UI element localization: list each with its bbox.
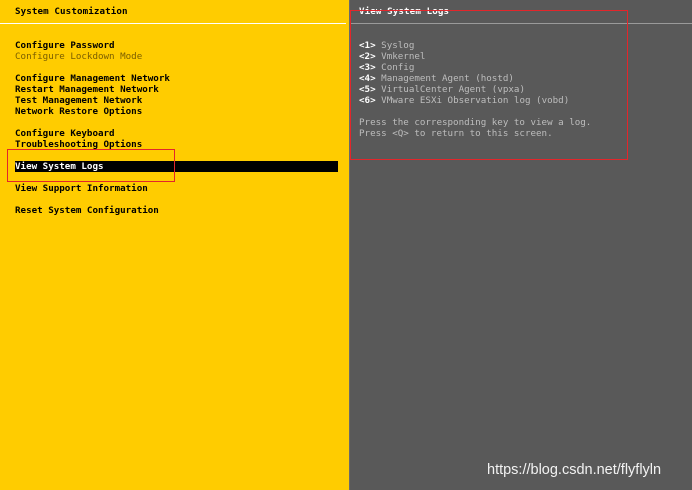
menu-spacer: [15, 62, 345, 73]
menu-item-configure-keyboard[interactable]: Configure Keyboard: [15, 128, 345, 139]
menu-item-test-management-network[interactable]: Test Management Network: [15, 95, 345, 106]
menu-item-configure-management-network[interactable]: Configure Management Network: [15, 73, 345, 84]
menu-item-configure-password[interactable]: Configure Password: [15, 40, 345, 51]
menu-spacer: [15, 117, 345, 128]
customization-menu: Configure Password Configure Lockdown Mod…: [15, 40, 345, 216]
menu-item-reset-system-configuration[interactable]: Reset System Configuration: [15, 205, 345, 216]
menu-spacer: [15, 194, 345, 205]
system-customization-panel: System Customization Configure Password C…: [0, 0, 349, 490]
menu-item-restart-management-network[interactable]: Restart Management Network: [15, 84, 345, 95]
system-customization-title: System Customization: [15, 6, 128, 17]
annotation-box-selected-item: [7, 149, 175, 182]
menu-item-network-restore-options[interactable]: Network Restore Options: [15, 106, 345, 117]
esxi-dcui-screen: System Customization Configure Password C…: [0, 0, 692, 490]
menu-item-configure-lockdown-mode[interactable]: Configure Lockdown Mode: [15, 51, 345, 62]
csdn-watermark: https://blog.csdn.net/flyflyln: [487, 462, 662, 478]
annotation-box-log-list: [350, 10, 628, 160]
panel-title-system-customization: System Customization: [0, 0, 346, 24]
menu-item-view-support-information[interactable]: View Support Information: [15, 183, 345, 194]
